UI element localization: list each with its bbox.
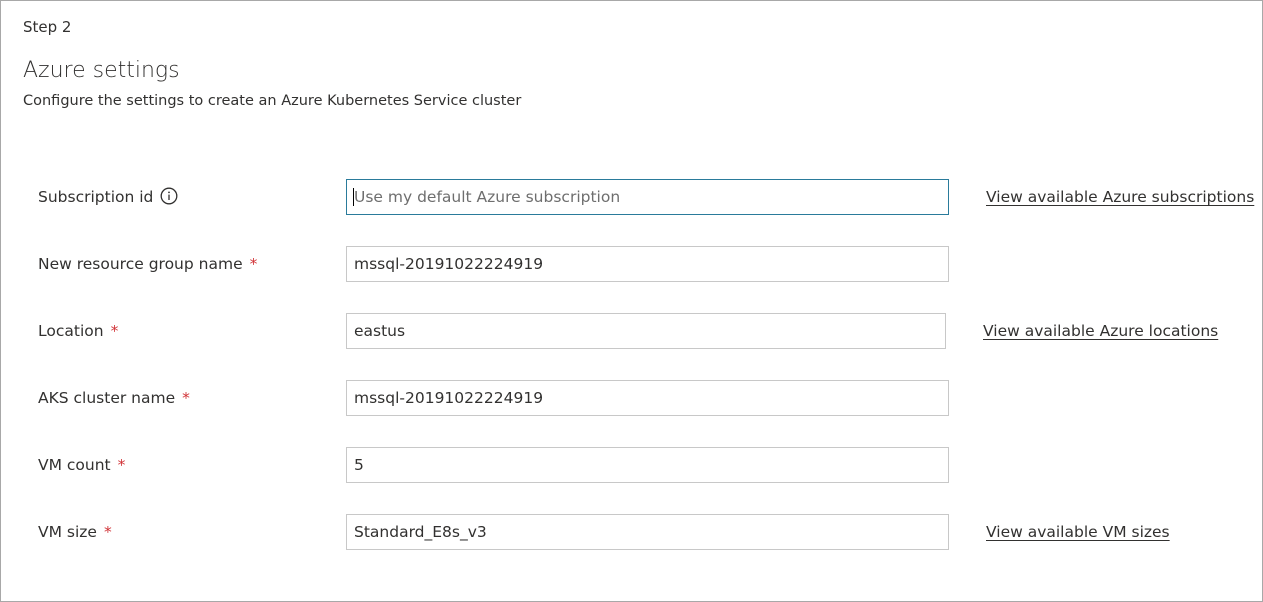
required-marker: * xyxy=(249,255,258,273)
vm-count-label: VM count * xyxy=(38,447,125,483)
resource-group-field xyxy=(346,246,949,282)
subscription-row: Subscription id View available Azure sub… xyxy=(1,179,1262,215)
view-vm-sizes-link[interactable]: View available VM sizes xyxy=(986,514,1170,550)
location-row: Location * View available Azure locations xyxy=(1,313,1262,349)
aks-cluster-label-text: AKS cluster name xyxy=(38,389,176,407)
aks-cluster-field xyxy=(346,380,949,416)
vm-size-row: VM size * View available VM sizes xyxy=(1,514,1262,550)
vm-size-input[interactable] xyxy=(347,515,943,549)
subscription-label-text: Subscription id xyxy=(38,188,154,206)
page-subtitle: Configure the settings to create an Azur… xyxy=(23,93,522,109)
vm-size-label-text: VM size xyxy=(38,523,97,541)
resource-group-label-text: New resource group name xyxy=(38,255,243,273)
azure-settings-panel: Step 2 Azure settings Configure the sett… xyxy=(0,0,1263,602)
vm-count-row: VM count * xyxy=(1,447,1262,483)
vm-size-label: VM size * xyxy=(38,514,112,550)
location-input[interactable] xyxy=(347,314,943,348)
view-locations-link[interactable]: View available Azure locations xyxy=(983,313,1218,349)
subscription-label: Subscription id xyxy=(38,179,178,215)
step-indicator: Step 2 xyxy=(23,18,72,36)
text-caret xyxy=(353,188,354,206)
vm-count-input[interactable] xyxy=(347,448,943,482)
vm-count-label-text: VM count xyxy=(38,456,111,474)
view-subscriptions-link[interactable]: View available Azure subscriptions xyxy=(986,179,1254,215)
required-marker: * xyxy=(182,389,190,407)
subscription-field xyxy=(346,179,949,215)
resource-group-row: New resource group name * xyxy=(1,246,1262,282)
location-label-text: Location xyxy=(38,322,104,340)
aks-cluster-input[interactable] xyxy=(347,381,943,415)
vm-size-field xyxy=(346,514,949,550)
required-marker: * xyxy=(110,322,119,340)
aks-cluster-row: AKS cluster name * xyxy=(1,380,1262,416)
resource-group-input[interactable] xyxy=(347,247,943,281)
subscription-input[interactable] xyxy=(347,180,943,214)
location-label: Location * xyxy=(38,313,118,349)
required-marker: * xyxy=(103,523,112,541)
aks-cluster-label: AKS cluster name * xyxy=(38,380,190,416)
page-title: Azure settings xyxy=(23,58,180,83)
resource-group-label: New resource group name * xyxy=(38,246,257,282)
required-marker: * xyxy=(117,456,126,474)
location-field xyxy=(346,313,946,349)
vm-count-field xyxy=(346,447,949,483)
info-icon[interactable] xyxy=(160,187,178,205)
